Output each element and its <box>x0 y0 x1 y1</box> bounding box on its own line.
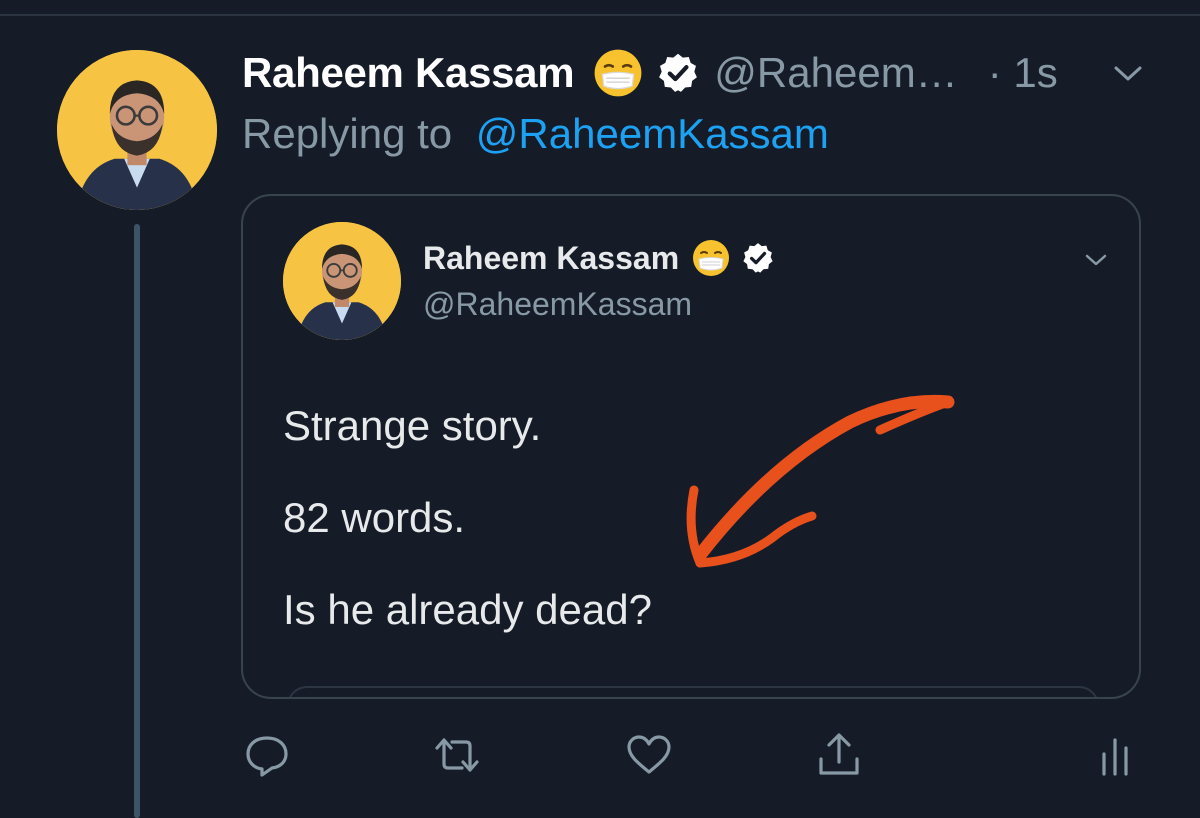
verified-badge-icon <box>656 51 700 95</box>
retweet-icon[interactable] <box>432 730 482 780</box>
timestamp[interactable]: · 1s <box>988 49 1058 97</box>
avatar-portrait <box>57 50 217 210</box>
quoted-handle[interactable]: @RaheemKassam <box>423 286 692 323</box>
quoted-avatar[interactable] <box>283 222 401 340</box>
chevron-down-icon[interactable] <box>1108 58 1148 88</box>
chevron-down-icon[interactable] <box>1081 248 1111 272</box>
tweet-text-line: Is he already dead? <box>283 586 652 633</box>
handle[interactable]: @Raheem… <box>714 49 957 97</box>
reply-icon[interactable] <box>242 730 292 780</box>
face-with-medical-mask-icon <box>592 47 644 99</box>
display-name[interactable]: Raheem Kassam <box>242 49 575 97</box>
like-icon[interactable] <box>624 730 674 780</box>
replying-to: Replying to @RaheemKassam <box>242 110 829 158</box>
avatar[interactable] <box>57 50 217 210</box>
quoted-display-name[interactable]: Raheem Kassam <box>423 240 679 277</box>
replying-to-link[interactable]: @RaheemKassam <box>476 110 829 157</box>
tweet-header: Raheem Kassam @Raheem… · 1s <box>242 42 1058 104</box>
top-divider <box>0 14 1200 16</box>
analytics-icon[interactable] <box>1090 730 1140 780</box>
quoted-tweet-header: Raheem Kassam <box>423 238 775 278</box>
share-icon[interactable] <box>814 730 864 780</box>
face-with-medical-mask-icon <box>691 238 731 278</box>
verified-badge-icon <box>741 241 775 275</box>
tweet-actions <box>0 720 1200 790</box>
tweet-text-line: 82 words. <box>283 494 466 541</box>
replying-label: Replying to <box>242 110 453 157</box>
quoted-tweet-card[interactable]: Raheem Kassam @RaheemKassam Strange stor… <box>241 194 1141 699</box>
tweet-text-line: Strange story. <box>283 402 542 449</box>
quoted-avatar-portrait <box>283 222 401 340</box>
embedded-card-edge <box>287 686 1099 697</box>
